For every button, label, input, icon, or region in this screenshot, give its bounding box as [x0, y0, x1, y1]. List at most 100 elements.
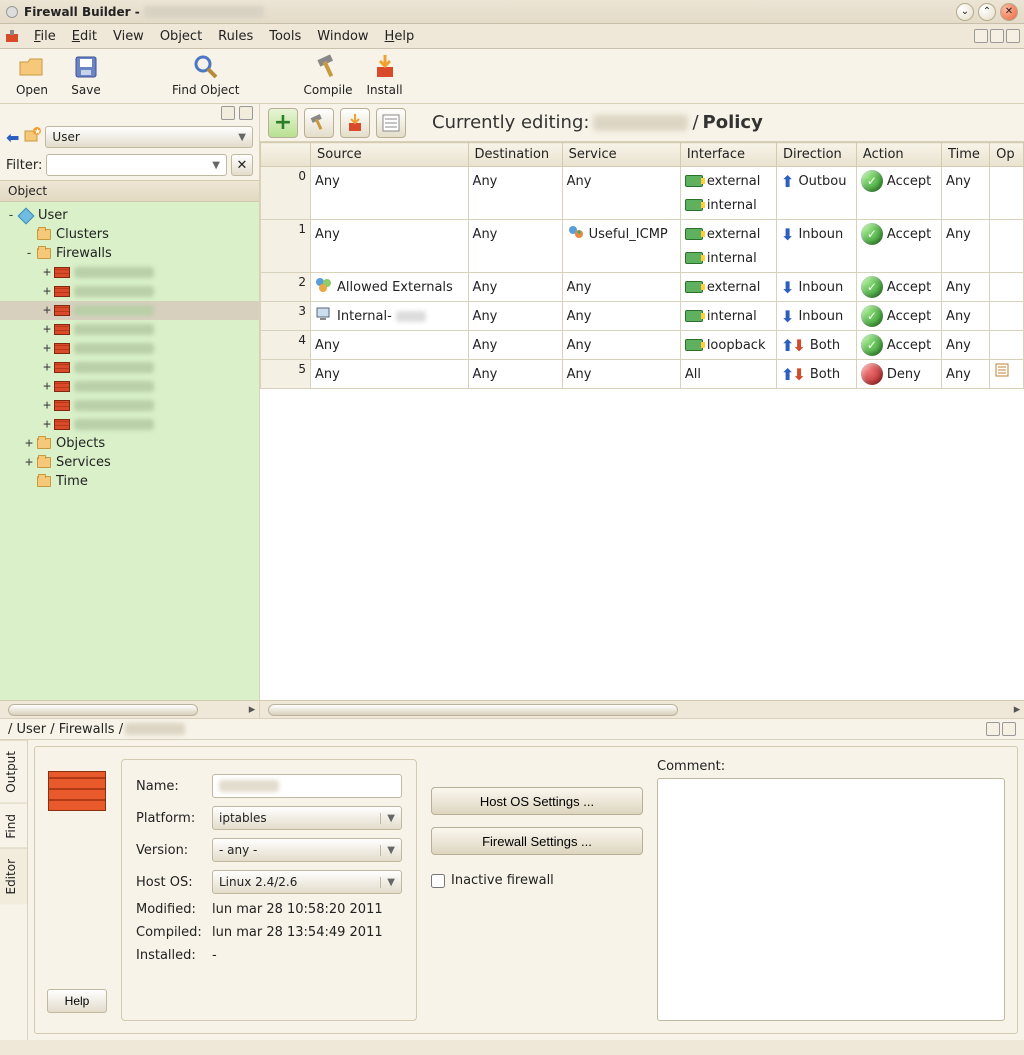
menu-help[interactable]: Help [377, 26, 423, 47]
service-icon [567, 224, 585, 244]
minimize-button[interactable]: ⌄ [956, 3, 974, 21]
column-header[interactable]: Action [856, 143, 941, 167]
firewall-form: Name: Platform: iptables▼ Version: - any… [121, 759, 417, 1021]
search-icon [192, 53, 220, 81]
host-os-settings-button[interactable]: Host OS Settings ... [431, 787, 643, 815]
sidebar: ⬅ ★ User ▼ Filter: ▼ ✕ Object -UserClust… [0, 104, 260, 718]
host-icon [315, 306, 333, 326]
interface-icon [685, 281, 703, 293]
save-button[interactable]: Save [64, 53, 108, 97]
open-button[interactable]: Open [10, 53, 54, 97]
rule-row[interactable]: 3Internal-AnyAnyinternal⬇ Inboun✓AcceptA… [261, 302, 1024, 331]
install-rule-button[interactable] [340, 108, 370, 138]
tree-item[interactable]: + [0, 358, 259, 377]
nav-new-icon[interactable]: ★ [23, 127, 41, 147]
add-rule-button[interactable]: + [268, 108, 298, 138]
rule-row[interactable]: 4AnyAnyAnyloopback⬆⬇ Both✓AcceptAny [261, 331, 1024, 360]
platform-dropdown[interactable]: iptables▼ [212, 806, 402, 830]
tree-item[interactable]: + [0, 282, 259, 301]
inactive-firewall-checkbox[interactable]: Inactive firewall [431, 873, 643, 888]
tree-item[interactable]: Clusters [0, 225, 259, 244]
menu-object[interactable]: Object [152, 26, 210, 47]
log-icon[interactable] [994, 367, 1012, 382]
rule-row[interactable]: 1AnyAnyUseful_ICMPexternalinternal⬇ Inbo… [261, 220, 1024, 273]
tree-item[interactable]: + [0, 377, 259, 396]
hammer-icon [314, 53, 342, 81]
tree-item[interactable]: +Services [0, 453, 259, 472]
library-dropdown[interactable]: User ▼ [45, 126, 253, 148]
rule-row[interactable]: 0AnyAnyAnyexternalinternal⬆ Outbou✓Accep… [261, 167, 1024, 220]
tree-item[interactable]: -Firewalls [0, 244, 259, 263]
editor-close-icon[interactable] [1002, 722, 1016, 736]
tab-editor[interactable]: Editor [0, 848, 27, 905]
interface-icon [685, 310, 703, 322]
rule-row[interactable]: 5AnyAnyAnyAll⬆⬇ BothDenyAny [261, 360, 1024, 389]
tree-item[interactable]: +Objects [0, 434, 259, 453]
tree-item[interactable]: -User [0, 206, 259, 225]
find-object-button[interactable]: Find Object [172, 53, 239, 97]
tree-item[interactable]: + [0, 339, 259, 358]
comment-textarea[interactable] [657, 778, 1005, 1021]
window-menu-icon[interactable] [6, 6, 18, 18]
tab-output[interactable]: Output [0, 740, 27, 803]
menu-view[interactable]: View [105, 26, 152, 47]
object-tree-header: Object [0, 180, 259, 202]
menu-edit[interactable]: Edit [64, 26, 105, 47]
column-header[interactable]: Destination [468, 143, 562, 167]
group-icon [315, 277, 333, 297]
column-header[interactable]: Interface [680, 143, 776, 167]
help-button[interactable]: Help [47, 989, 107, 1013]
column-header[interactable]: Service [562, 143, 680, 167]
sidebar-scrollbar[interactable]: ▸ [0, 700, 259, 718]
object-tree[interactable]: -UserClusters-Firewalls++++++++++Objects… [0, 202, 259, 700]
tree-item[interactable]: + [0, 263, 259, 282]
rules-table[interactable]: SourceDestinationServiceInterfaceDirecti… [260, 142, 1024, 389]
accept-icon: ✓ [861, 305, 883, 327]
sidebar-close-icon[interactable] [239, 106, 253, 120]
interface-icon [685, 339, 703, 351]
column-header[interactable]: Direction [777, 143, 857, 167]
menu-window[interactable]: Window [309, 26, 376, 47]
tree-item[interactable]: + [0, 396, 259, 415]
rule-row[interactable]: 2Allowed ExternalsAnyAnyexternal⬇ Inboun… [261, 273, 1024, 302]
editor-restore-icon[interactable] [986, 722, 1000, 736]
menu-tools[interactable]: Tools [261, 26, 309, 47]
tab-find[interactable]: Find [0, 803, 27, 849]
install-button[interactable]: Install [363, 53, 407, 97]
column-header[interactable]: Time [942, 143, 990, 167]
filter-label: Filter: [6, 158, 42, 173]
installed-value: - [212, 948, 217, 963]
accept-icon: ✓ [861, 334, 883, 356]
interface-icon [685, 175, 703, 187]
close-button[interactable]: ✕ [1000, 3, 1018, 21]
firewall-settings-button[interactable]: Firewall Settings ... [431, 827, 643, 855]
rule-options-button[interactable] [376, 108, 406, 138]
compile-button[interactable]: Compile [303, 53, 352, 97]
filter-input[interactable]: ▼ [46, 154, 227, 176]
tree-item[interactable]: + [0, 301, 259, 320]
tree-item[interactable]: + [0, 320, 259, 339]
column-header[interactable]: Source [311, 143, 469, 167]
sidebar-restore-icon[interactable] [221, 106, 235, 120]
version-dropdown[interactable]: - any -▼ [212, 838, 402, 862]
hostos-dropdown[interactable]: Linux 2.4/2.6▼ [212, 870, 402, 894]
mdi-restore-icon[interactable] [990, 29, 1004, 43]
main-toolbar: Open Save Find Object Compile Install [0, 49, 1024, 104]
breadcrumb: / User / Firewalls / [0, 718, 1024, 740]
menu-file[interactable]: File [26, 26, 64, 47]
column-header[interactable]: Op [990, 143, 1024, 167]
svg-text:★: ★ [34, 127, 41, 136]
maximize-button[interactable]: ⌃ [978, 3, 996, 21]
mdi-close-icon[interactable] [1006, 29, 1020, 43]
rules-scrollbar[interactable]: ▸ [260, 700, 1024, 718]
arrow-down-icon: ⬇ [781, 278, 794, 297]
tree-item[interactable]: + [0, 415, 259, 434]
filter-clear-button[interactable]: ✕ [231, 154, 253, 176]
column-header[interactable] [261, 143, 311, 167]
mdi-minimize-icon[interactable] [974, 29, 988, 43]
nav-back-icon[interactable]: ⬅ [6, 128, 19, 147]
menu-rules[interactable]: Rules [210, 26, 261, 47]
name-field[interactable] [212, 774, 402, 798]
tree-item[interactable]: Time [0, 472, 259, 491]
compile-rule-button[interactable] [304, 108, 334, 138]
